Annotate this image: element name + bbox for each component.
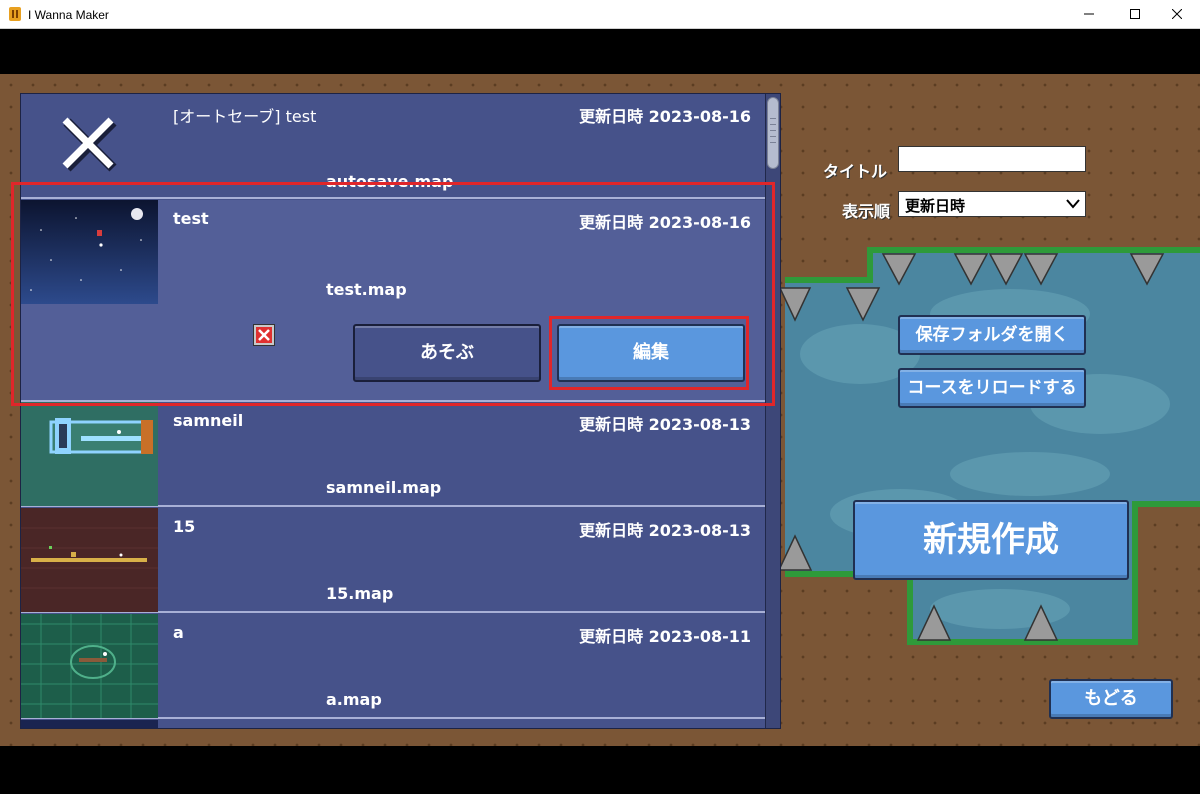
delete-x-icon: [256, 327, 272, 343]
course-thumbnail: [21, 614, 158, 718]
window-title: I Wanna Maker: [28, 8, 109, 22]
course-file-name: a.map: [326, 690, 382, 709]
reload-courses-button[interactable]: コースをリロードする: [898, 368, 1086, 408]
course-name: 15: [173, 517, 196, 536]
window-titlebar: I Wanna Maker: [0, 0, 1200, 29]
open-save-folder-button[interactable]: 保存フォルダを開く: [898, 315, 1086, 355]
course-file-name: test.map: [326, 280, 407, 299]
close-icon: [1172, 9, 1182, 19]
course-updated-date: 更新日時 2023-08-11: [579, 627, 751, 646]
sort-order-label: 表示順: [842, 202, 891, 221]
course-updated-date: 更新日時 2023-08-13: [579, 415, 751, 434]
course-thumbnail: [21, 402, 158, 506]
course-list-item[interactable]: [オートセーブ] test 更新日時 2023-08-16 autosave.m…: [21, 94, 765, 199]
course-list-item-partial[interactable]: [21, 720, 765, 728]
chevron-down-icon: [1066, 199, 1080, 209]
course-name: [オートセーブ] test: [173, 107, 317, 126]
title-filter-label: タイトル: [823, 162, 888, 181]
back-button[interactable]: もどる: [1049, 679, 1173, 719]
course-name: samneil: [173, 411, 244, 430]
close-button[interactable]: [1154, 0, 1200, 28]
minimize-button[interactable]: [1066, 0, 1112, 28]
course-list-item[interactable]: a 更新日時 2023-08-11 a.map: [21, 614, 765, 719]
no-thumbnail: [21, 94, 158, 198]
course-name: test: [173, 209, 209, 228]
course-file-name: autosave.map: [326, 172, 454, 191]
course-thumbnail: [21, 508, 158, 612]
play-button[interactable]: あそぶ: [353, 324, 541, 382]
maximize-icon: [1130, 9, 1140, 19]
course-updated-date: 更新日時 2023-08-16: [579, 213, 751, 232]
course-updated-date: 更新日時 2023-08-13: [579, 521, 751, 540]
app-icon: [9, 7, 21, 21]
x-mark-icon: [62, 117, 117, 172]
list-scrollbar-thumb[interactable]: [767, 97, 779, 169]
game-screen: [オートセーブ] test 更新日時 2023-08-16 autosave.m…: [0, 74, 1200, 746]
course-file-name: samneil.map: [326, 478, 442, 497]
course-file-name: 15.map: [326, 584, 394, 603]
maximize-button[interactable]: [1112, 0, 1158, 28]
edit-button[interactable]: 編集: [557, 324, 745, 382]
delete-course-button[interactable]: [253, 324, 275, 346]
course-thumbnail: [21, 720, 158, 728]
course-list-item-selected[interactable]: test 更新日時 2023-08-16 test.map あそぶ 編集: [21, 200, 765, 402]
course-name: a: [173, 623, 184, 642]
course-updated-date: 更新日時 2023-08-16: [579, 107, 751, 126]
sort-order-value: 更新日時: [905, 197, 966, 215]
course-list-panel: [オートセーブ] test 更新日時 2023-08-16 autosave.m…: [20, 93, 781, 729]
sort-order-select[interactable]: 更新日時: [898, 191, 1086, 217]
course-thumbnail: [21, 200, 158, 304]
title-filter-input[interactable]: [898, 146, 1086, 172]
list-scrollbar-track[interactable]: [765, 94, 780, 728]
course-list-item[interactable]: 15 更新日時 2023-08-13 15.map: [21, 508, 765, 613]
course-list-item[interactable]: samneil 更新日時 2023-08-13 samneil.map: [21, 402, 765, 507]
minimize-icon: [1084, 13, 1094, 15]
new-course-button[interactable]: 新規作成: [853, 500, 1129, 580]
